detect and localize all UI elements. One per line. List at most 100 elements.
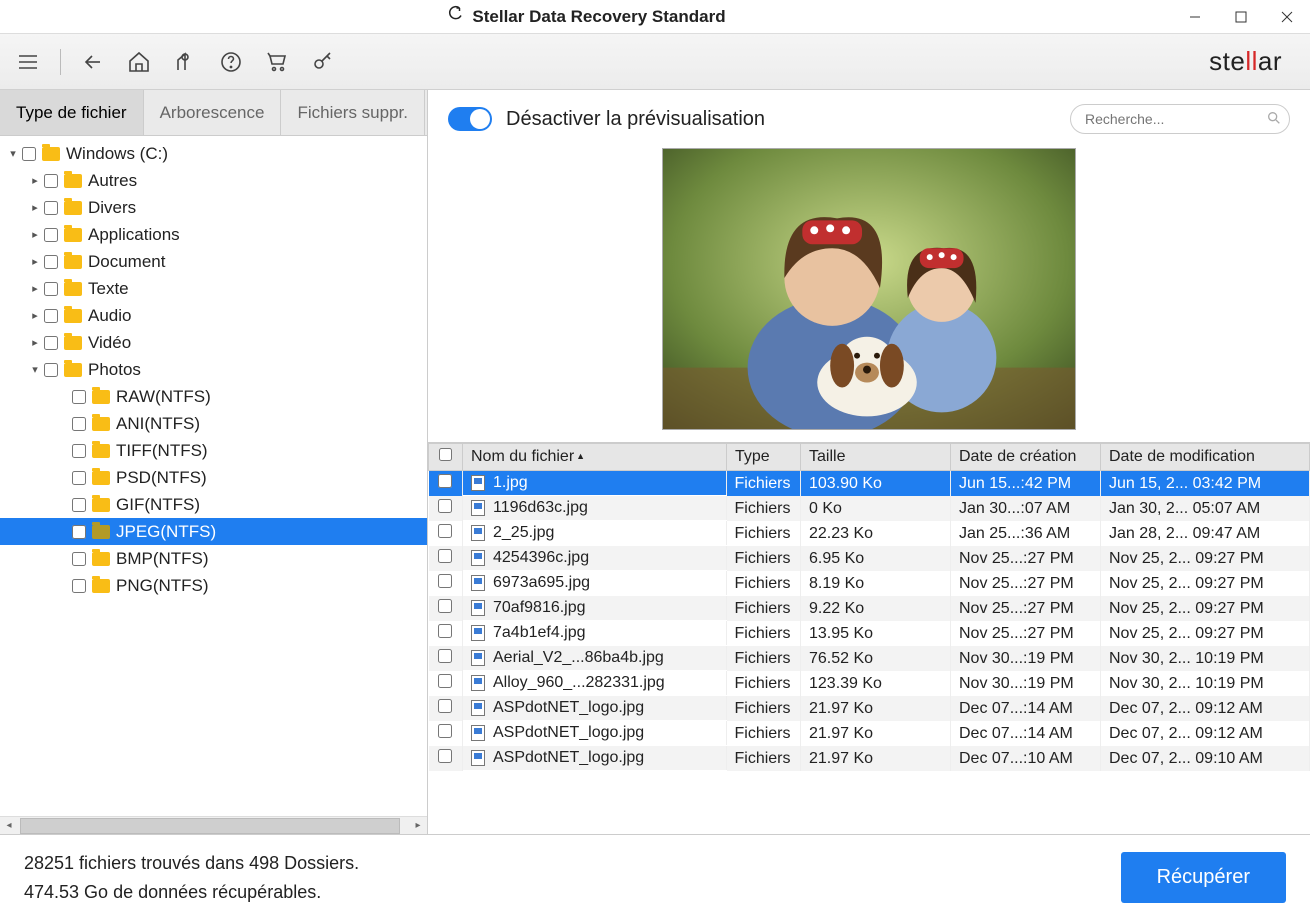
row-checkbox[interactable] xyxy=(438,599,452,613)
status-line-1: 28251 fichiers trouvés dans 498 Dossiers… xyxy=(24,849,359,878)
tree-checkbox[interactable] xyxy=(72,525,86,539)
tree-row-jpeg[interactable]: JPEG(NTFS) xyxy=(0,518,427,545)
cell-modified: Jan 30, 2... 05:07 AM xyxy=(1101,496,1310,521)
row-checkbox[interactable] xyxy=(438,724,452,738)
table-row[interactable]: ASPdotNET_logo.jpgFichiers21.97 KoDec 07… xyxy=(429,721,1310,746)
file-name-text: 1.jpg xyxy=(493,474,528,492)
tree-checkbox[interactable] xyxy=(72,498,86,512)
tree-checkbox[interactable] xyxy=(72,390,86,404)
tree-row[interactable]: ▸Divers xyxy=(0,194,427,221)
tree-checkbox[interactable] xyxy=(44,201,58,215)
toolbar-separator xyxy=(60,49,61,75)
header-name[interactable]: Nom du fichier▲ xyxy=(463,444,727,471)
row-checkbox[interactable] xyxy=(438,699,452,713)
table-row[interactable]: ASPdotNET_logo.jpgFichiers21.97 KoDec 07… xyxy=(429,746,1310,771)
table-row[interactable]: ASPdotNET_logo.jpgFichiers21.97 KoDec 07… xyxy=(429,696,1310,721)
tree-row[interactable]: PNG(NTFS) xyxy=(0,572,427,599)
tree-row[interactable]: ▸Texte xyxy=(0,275,427,302)
minimize-button[interactable] xyxy=(1172,0,1218,33)
cell-size: 76.52 Ko xyxy=(801,646,951,671)
recover-button[interactable]: Récupérer xyxy=(1121,852,1286,903)
header-type[interactable]: Type xyxy=(727,444,801,471)
help-icon[interactable] xyxy=(215,46,247,78)
table-row[interactable]: 7a4b1ef4.jpgFichiers13.95 KoNov 25...:27… xyxy=(429,621,1310,646)
tree-h-scrollbar[interactable]: ◂▸ xyxy=(0,816,427,834)
brand-suffix: ar xyxy=(1258,46,1282,77)
tree-row-photos[interactable]: ▾Photos xyxy=(0,356,427,383)
key-icon[interactable] xyxy=(307,46,339,78)
header-created[interactable]: Date de création xyxy=(951,444,1101,471)
folder-tree[interactable]: ▾Windows (C:) ▸Autres ▸Divers ▸Applicati… xyxy=(0,136,427,816)
search-box[interactable] xyxy=(1070,104,1290,134)
file-name-text: Aerial_V2_...86ba4b.jpg xyxy=(493,649,664,667)
file-table: Nom du fichier▲ Type Taille Date de créa… xyxy=(428,443,1310,771)
tree-row[interactable]: RAW(NTFS) xyxy=(0,383,427,410)
preview-toggle[interactable] xyxy=(448,107,492,131)
row-checkbox[interactable] xyxy=(438,549,452,563)
row-checkbox[interactable] xyxy=(438,674,452,688)
tree-row[interactable]: ▸Document xyxy=(0,248,427,275)
cell-created: Dec 07...:14 AM xyxy=(951,696,1101,721)
tree-row[interactable]: PSD(NTFS) xyxy=(0,464,427,491)
tree-row[interactable]: TIFF(NTFS) xyxy=(0,437,427,464)
tree-checkbox[interactable] xyxy=(44,336,58,350)
row-checkbox[interactable] xyxy=(438,499,452,513)
tree-label: Autres xyxy=(88,171,137,191)
table-row[interactable]: 1196d63c.jpgFichiers0 KoJan 30...:07 AMJ… xyxy=(429,496,1310,521)
tree-row[interactable]: ▸Vidéo xyxy=(0,329,427,356)
tab-deleted[interactable]: Fichiers suppr. xyxy=(281,90,425,135)
cell-name: 70af9816.jpg xyxy=(463,596,727,620)
tree-row[interactable]: BMP(NTFS) xyxy=(0,545,427,572)
tree-checkbox[interactable] xyxy=(72,471,86,485)
tree-row-root[interactable]: ▾Windows (C:) xyxy=(0,140,427,167)
maximize-button[interactable] xyxy=(1218,0,1264,33)
tree-checkbox[interactable] xyxy=(44,255,58,269)
tab-file-type[interactable]: Type de fichier xyxy=(0,90,144,135)
row-checkbox[interactable] xyxy=(438,524,452,538)
table-row[interactable]: 70af9816.jpgFichiers9.22 KoNov 25...:27 … xyxy=(429,596,1310,621)
tree-checkbox[interactable] xyxy=(72,552,86,566)
tree-checkbox[interactable] xyxy=(44,174,58,188)
close-button[interactable] xyxy=(1264,0,1310,33)
row-checkbox[interactable] xyxy=(438,474,452,488)
row-checkbox[interactable] xyxy=(438,749,452,763)
row-checkbox[interactable] xyxy=(438,649,452,663)
tree-checkbox[interactable] xyxy=(44,282,58,296)
header-modified[interactable]: Date de modification xyxy=(1101,444,1310,471)
status-line-2: 474.53 Go de données récupérables. xyxy=(24,878,359,907)
table-row[interactable]: 6973a695.jpgFichiers8.19 KoNov 25...:27 … xyxy=(429,571,1310,596)
tree-row[interactable]: ANI(NTFS) xyxy=(0,410,427,437)
tree-label: Windows (C:) xyxy=(66,144,168,164)
tree-checkbox[interactable] xyxy=(44,228,58,242)
tree-checkbox[interactable] xyxy=(22,147,36,161)
tree-row[interactable]: ▸Applications xyxy=(0,221,427,248)
tree-checkbox[interactable] xyxy=(44,309,58,323)
home-icon[interactable] xyxy=(123,46,155,78)
header-checkbox[interactable] xyxy=(429,444,463,471)
tree-row[interactable]: ▸Audio xyxy=(0,302,427,329)
cart-icon[interactable] xyxy=(261,46,293,78)
row-checkbox[interactable] xyxy=(438,574,452,588)
tree-checkbox[interactable] xyxy=(72,417,86,431)
table-row[interactable]: 2_25.jpgFichiers22.23 KoJan 25...:36 AMJ… xyxy=(429,521,1310,546)
table-row[interactable]: Alloy_960_...282331.jpgFichiers123.39 Ko… xyxy=(429,671,1310,696)
table-row[interactable]: 4254396c.jpgFichiers6.95 KoNov 25...:27 … xyxy=(429,546,1310,571)
tree-checkbox[interactable] xyxy=(72,579,86,593)
cell-modified: Dec 07, 2... 09:12 AM xyxy=(1101,696,1310,721)
file-table-wrap[interactable]: Nom du fichier▲ Type Taille Date de créa… xyxy=(428,442,1310,834)
cell-size: 6.95 Ko xyxy=(801,546,951,571)
tree-checkbox[interactable] xyxy=(44,363,58,377)
tree-checkbox[interactable] xyxy=(72,444,86,458)
back-icon[interactable] xyxy=(77,46,109,78)
tab-tree-view[interactable]: Arborescence xyxy=(144,90,282,135)
menu-icon[interactable] xyxy=(12,46,44,78)
table-row[interactable]: 1.jpgFichiers103.90 KoJun 15...:42 PMJun… xyxy=(429,471,1310,497)
tree-row[interactable]: GIF(NTFS) xyxy=(0,491,427,518)
tree-row[interactable]: ▸Autres xyxy=(0,167,427,194)
search-input[interactable] xyxy=(1085,111,1266,127)
tree-label: Vidéo xyxy=(88,333,131,353)
header-size[interactable]: Taille xyxy=(801,444,951,471)
scan-icon[interactable] xyxy=(169,46,201,78)
table-row[interactable]: Aerial_V2_...86ba4b.jpgFichiers76.52 KoN… xyxy=(429,646,1310,671)
row-checkbox[interactable] xyxy=(438,624,452,638)
